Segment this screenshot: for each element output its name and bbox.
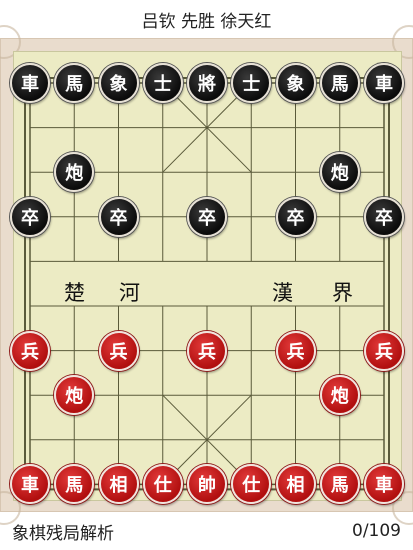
xiangqi-board[interactable]: 楚 河 漢 界 車馬象士將士象馬車炮炮卒卒卒卒卒兵兵兵兵兵炮炮車馬相仕帥仕相馬車 — [10, 51, 404, 505]
piece-black[interactable]: 車 — [364, 63, 404, 103]
piece-red[interactable]: 兵 — [364, 330, 404, 371]
piece-red[interactable]: 馬 — [319, 464, 360, 505]
piece-black[interactable]: 士 — [142, 63, 183, 103]
piece-black[interactable]: 卒 — [187, 196, 227, 237]
piece-red[interactable]: 兵 — [10, 330, 50, 371]
piece-black[interactable]: 象 — [275, 63, 316, 103]
piece-black[interactable]: 炮 — [319, 152, 360, 193]
piece-black[interactable]: 卒 — [275, 196, 316, 237]
status-bar: 象棋残局解析 0/109 — [0, 512, 413, 550]
river-label-he: 河 — [119, 281, 140, 305]
piece-black[interactable]: 將 — [187, 63, 227, 103]
piece-red[interactable]: 兵 — [98, 330, 139, 371]
game-title-text: 吕钦 先胜 徐天红 — [141, 11, 272, 32]
piece-black[interactable]: 卒 — [98, 196, 139, 237]
game-title: 吕钦 先胜 徐天红 — [0, 0, 413, 38]
piece-red[interactable]: 兵 — [187, 330, 227, 371]
river-label-jie: 界 — [332, 281, 353, 305]
piece-red[interactable]: 仕 — [142, 464, 183, 505]
piece-black[interactable]: 馬 — [54, 63, 95, 103]
piece-red[interactable]: 兵 — [275, 330, 316, 371]
piece-black[interactable]: 士 — [231, 63, 272, 103]
app-name-label: 象棋残局解析 — [12, 523, 114, 544]
piece-black[interactable]: 卒 — [10, 196, 50, 237]
board-frame: 楚 河 漢 界 車馬象士將士象馬車炮炮卒卒卒卒卒兵兵兵兵兵炮炮車馬相仕帥仕相馬車 — [0, 25, 413, 525]
piece-red[interactable]: 相 — [98, 464, 139, 505]
piece-black[interactable]: 象 — [98, 63, 139, 103]
piece-red[interactable]: 炮 — [319, 375, 360, 416]
board-grid — [24, 77, 390, 491]
piece-black[interactable]: 卒 — [364, 196, 404, 237]
river-label-chu: 楚 — [64, 281, 85, 305]
river-label-han: 漢 — [272, 281, 293, 305]
piece-red[interactable]: 相 — [275, 464, 316, 505]
move-counter: 0/109 — [352, 521, 401, 541]
piece-black[interactable]: 馬 — [319, 63, 360, 103]
piece-black[interactable]: 車 — [10, 63, 50, 103]
